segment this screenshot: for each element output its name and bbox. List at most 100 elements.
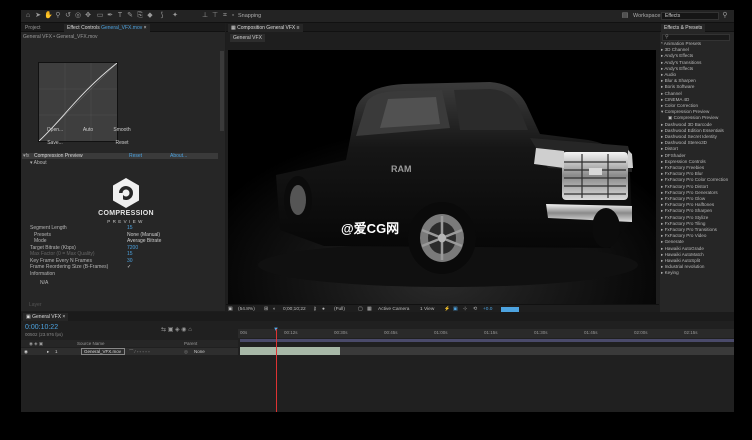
effects-category[interactable]: ▸ FxFactory Pro Halftones bbox=[661, 202, 731, 208]
effects-category[interactable]: ▸ FxFactory Pro Color Correction bbox=[661, 177, 731, 183]
effects-category[interactable]: ▸ Expression Controls bbox=[661, 159, 731, 165]
tab-composition[interactable]: ▦ Composition General VFX ≡ bbox=[228, 24, 303, 32]
puppet-pin-icon[interactable]: ✦ bbox=[171, 12, 179, 20]
brush-icon[interactable]: ✎ bbox=[126, 12, 134, 20]
param-row[interactable]: Segment Length 15 bbox=[22, 225, 218, 231]
effects-category[interactable]: ▸ Dashwood Edition Essentials bbox=[661, 128, 731, 134]
roto-brush-icon[interactable]: ⟆ bbox=[158, 12, 166, 20]
selection-arrow-icon[interactable]: ➤ bbox=[34, 12, 42, 20]
pan-behind-icon[interactable]: ✥ bbox=[84, 12, 92, 20]
layer-expand-icon[interactable]: ▸ bbox=[47, 349, 49, 355]
timeline-switches-icons[interactable]: ⇆ ▣ ◈ ◉ ⌂ bbox=[161, 326, 192, 333]
effects-category[interactable]: ▸ FxFactory Pro Sharpen bbox=[661, 208, 731, 214]
param-row[interactable]: Information bbox=[22, 271, 218, 277]
playhead-line[interactable] bbox=[276, 329, 277, 412]
effects-category[interactable]: ▸ CINEMA 4D bbox=[661, 97, 731, 103]
snapping-checkbox[interactable]: ▫ bbox=[229, 12, 237, 20]
effects-category[interactable]: ▸ Keying bbox=[661, 270, 731, 276]
effects-category[interactable]: ▸ Distort bbox=[661, 146, 731, 152]
rotate-icon[interactable]: ↺ bbox=[64, 12, 72, 20]
layer-parent-select[interactable]: None bbox=[194, 349, 205, 354]
layer-switches[interactable]: ⌒ ⁄ ▫ ▫ ▫ ▫ ▫ bbox=[129, 349, 150, 355]
layer-duration-bar[interactable] bbox=[240, 347, 340, 355]
auto-button[interactable]: Auto bbox=[74, 126, 102, 135]
tab-effects-presets[interactable]: Effects & Presets bbox=[661, 24, 706, 32]
effects-category[interactable]: ▸ Generate bbox=[661, 239, 731, 245]
effects-category[interactable]: ▸ Dashwood Secret Identity bbox=[661, 134, 731, 140]
reset-curve-button[interactable]: Reset bbox=[108, 139, 136, 148]
effects-category[interactable]: ▸ Audio bbox=[661, 72, 731, 78]
effects-category[interactable]: ▸ Boris Software bbox=[661, 84, 731, 90]
layer-track[interactable] bbox=[240, 347, 734, 355]
layer-visibility-icon[interactable]: ◉ bbox=[24, 349, 28, 355]
axis-local-icon[interactable]: ⊥ bbox=[201, 12, 209, 20]
effects-category[interactable]: ▸ Hawaiki AutoSplit bbox=[661, 258, 731, 264]
effects-category[interactable]: ▸ FxFactory Pro Tiling bbox=[661, 221, 731, 227]
axis-world-icon[interactable]: ⊤ bbox=[211, 12, 219, 20]
breadcrumb[interactable]: General VFX • General_VFX.mov bbox=[23, 34, 98, 40]
search-help-icon[interactable]: ⚲ bbox=[721, 12, 729, 20]
composition-subtab[interactable]: General VFX bbox=[230, 34, 265, 42]
effect-about-link[interactable]: About... bbox=[170, 153, 187, 159]
source-name-header[interactable]: Source Name bbox=[77, 340, 105, 347]
axis-view-icon[interactable]: ⌗ bbox=[221, 12, 229, 20]
effects-category[interactable]: ▸ Color Correction bbox=[661, 103, 731, 109]
fx-toggle-icon[interactable]: ▾fx bbox=[23, 153, 29, 159]
param-row[interactable]: Max Factor (0 = Max Quality) 15 bbox=[22, 251, 218, 257]
parent-pick-whip-icon[interactable]: ◎ bbox=[184, 349, 188, 355]
parent-header[interactable]: Parent bbox=[184, 340, 197, 347]
effects-category[interactable]: ▸ Blur & Sharpen bbox=[661, 78, 731, 84]
zoom-icon[interactable]: ⚲ bbox=[54, 12, 62, 20]
time-ruler[interactable]: 00s 00:12s 00:30s 00:45s 01:00s 01:15s 0… bbox=[238, 329, 734, 338]
save-button[interactable]: Save... bbox=[41, 139, 69, 148]
work-area-bar[interactable] bbox=[240, 339, 734, 342]
about-row[interactable]: ▾ About bbox=[22, 160, 218, 166]
camera-orbit-icon[interactable]: ◎ bbox=[74, 12, 82, 20]
param-row[interactable]: Target Bitrate (Kbps) 7200 bbox=[22, 245, 218, 251]
effects-category[interactable]: ▸ Dashwood Stereo3D bbox=[661, 140, 731, 146]
open-button[interactable]: Open... bbox=[41, 126, 69, 135]
effects-category[interactable]: ▸ 3D Channel bbox=[661, 47, 731, 53]
effects-category[interactable]: ▸ FxFactory Pro Transitions bbox=[661, 227, 731, 233]
av-features-icons[interactable]: ◉ ◈ ▣ bbox=[29, 340, 43, 347]
rectangle-icon[interactable]: ▭ bbox=[96, 12, 104, 20]
effects-category[interactable]: ▸ FxFactory Pro Stylize bbox=[661, 215, 731, 221]
effects-category[interactable]: ▸ Andy's Effects bbox=[661, 66, 731, 72]
workspace-select[interactable]: Effects bbox=[661, 12, 719, 20]
effects-item[interactable]: ▣ Compression Preview bbox=[661, 115, 731, 121]
effects-category[interactable]: ▸ Channel bbox=[661, 91, 731, 97]
effects-category[interactable]: ▸ Andy's Transitions bbox=[661, 60, 731, 66]
param-row[interactable]: Presets None (Manual) bbox=[22, 232, 218, 238]
effects-category[interactable]: ▸ Dashwood 3D Barcode bbox=[661, 122, 731, 128]
effects-category[interactable]: ▸ FxFactory Pro Distort bbox=[661, 184, 731, 190]
param-row[interactable]: Mode Average Bitrate bbox=[22, 238, 218, 244]
effect-header-row[interactable]: ▾fx Compression Preview Reset About... bbox=[22, 153, 218, 160]
home-icon[interactable]: ⌂ bbox=[24, 12, 32, 20]
hand-icon[interactable]: ✋ bbox=[44, 12, 53, 20]
effects-category[interactable]: ▾ Compression Preview bbox=[661, 109, 731, 115]
tab-project[interactable]: Project bbox=[22, 24, 44, 32]
effects-category[interactable]: ▸ FxFactory Pro Video bbox=[661, 233, 731, 239]
effects-category[interactable]: ▸ Hawaiki AutoGrade bbox=[661, 246, 731, 252]
timeline-layer-row[interactable]: ◉ ▸ 1 General_VFX.mov ⌒ ⁄ ▫ ▫ ▫ ▫ ▫ ◎ No… bbox=[21, 348, 238, 355]
effects-category[interactable]: ▸ Andy's Effects bbox=[661, 53, 731, 59]
param-row[interactable]: Key Frame Every N Frames 30 bbox=[22, 258, 218, 264]
eraser-icon[interactable]: ◆ bbox=[146, 12, 154, 20]
pen-icon[interactable]: ✒ bbox=[106, 12, 114, 20]
layer-name[interactable]: General_VFX.mov bbox=[81, 348, 125, 355]
smooth-button[interactable]: Smooth bbox=[108, 126, 136, 135]
effects-category[interactable]: * Animation Presets bbox=[661, 41, 731, 47]
workspace-grid-icon[interactable]: ▤ bbox=[621, 12, 629, 20]
effects-category[interactable]: ▸ FxFactory Freebies bbox=[661, 165, 731, 171]
tab-timeline[interactable]: ▣ General VFX × bbox=[23, 313, 69, 321]
timeline-timecode[interactable]: 0:00:10:22 bbox=[25, 324, 58, 331]
effects-category[interactable]: ▸ FxFactory Pro Generators bbox=[661, 190, 731, 196]
tab-effect-controls[interactable]: Effect Controls General_VFX.mov × bbox=[64, 24, 150, 32]
effects-category[interactable]: ▸ DFShader bbox=[661, 153, 731, 159]
param-row[interactable]: Frame Reordering Size (B-Frames) ✓ bbox=[22, 264, 218, 270]
text-icon[interactable]: T bbox=[116, 12, 124, 20]
clone-stamp-icon[interactable]: ⎘ bbox=[136, 12, 144, 20]
effects-category[interactable]: ▸ Industrial revolution bbox=[661, 264, 731, 270]
effect-reset-link[interactable]: Reset bbox=[129, 153, 142, 159]
composition-viewer[interactable]: RAM bbox=[228, 50, 656, 305]
